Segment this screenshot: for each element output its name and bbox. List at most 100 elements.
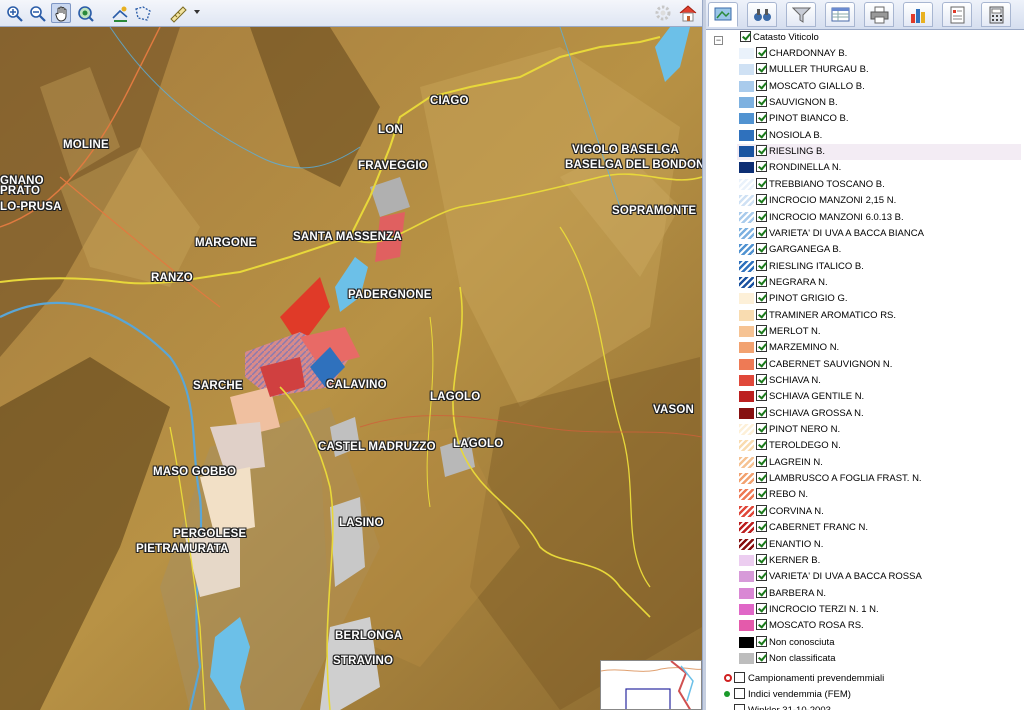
legend-swatch — [739, 620, 754, 632]
place-label: VIGOLO BASELGA — [572, 144, 679, 156]
layer-checkbox[interactable] — [756, 210, 767, 222]
layer-checkbox[interactable] — [756, 47, 767, 58]
layer-checkbox[interactable] — [756, 619, 767, 631]
select-polygon-icon[interactable] — [132, 3, 152, 23]
place-label: SARCHE — [193, 380, 243, 392]
legend-label: LAGREIN N. — [769, 456, 823, 468]
legend-swatch — [739, 538, 754, 550]
layer-checkbox[interactable] — [756, 570, 767, 582]
legend-label: SCHIAVA N. — [769, 375, 821, 386]
legend-item: VARIETA' DI UVA A BACCA ROSSA — [737, 569, 1021, 585]
measure-icon[interactable] — [167, 3, 187, 23]
tab-report[interactable] — [942, 2, 972, 27]
layer-checkbox[interactable] — [756, 390, 767, 402]
place-label: MASO GOBBO — [153, 466, 237, 478]
legend-item: RONDINELLA N. — [737, 160, 1021, 176]
layer-checkbox[interactable] — [756, 651, 767, 663]
layer-checkbox[interactable] — [734, 672, 745, 684]
layer-checkbox[interactable] — [756, 259, 767, 271]
layer-checkbox[interactable] — [756, 406, 767, 418]
legend-item: ENANTIO N. — [737, 537, 1021, 553]
zoom-out-icon[interactable] — [27, 3, 47, 23]
layer-checkbox[interactable] — [756, 145, 767, 157]
layer-checkbox[interactable] — [756, 357, 767, 369]
place-label: MOLINE — [63, 139, 109, 151]
layer-checkbox[interactable] — [756, 308, 767, 320]
chevron-down-icon[interactable] — [194, 10, 200, 14]
layer-checkbox[interactable] — [756, 194, 767, 206]
layer-checkbox[interactable] — [734, 688, 745, 700]
legend-item: NOSIOLA B. — [737, 128, 1021, 144]
layer-checkbox[interactable] — [756, 341, 767, 353]
layer-checkbox[interactable] — [756, 79, 767, 91]
layer-checkbox[interactable] — [756, 275, 767, 287]
legend-item: INCROCIO TERZI N. 1 N. — [737, 602, 1021, 618]
layer-checkbox[interactable] — [756, 226, 767, 238]
legend-label: SCHIAVA GENTILE N. — [769, 391, 865, 403]
zoom-in-icon[interactable] — [4, 3, 24, 23]
legend-label: PINOT GRIGIO G. — [769, 293, 848, 305]
identify-icon[interactable] — [109, 3, 129, 23]
legend-item: CORVINA N. — [737, 504, 1021, 520]
layer-checkbox[interactable] — [756, 324, 767, 336]
layer-checkbox[interactable] — [756, 521, 767, 533]
layer-checkbox[interactable] — [756, 161, 767, 173]
home-icon[interactable] — [678, 3, 698, 23]
layer-checkbox[interactable] — [756, 586, 767, 598]
layer-checkbox[interactable] — [756, 63, 767, 75]
extra-layer-item: Winkler 31-10-2003 — [724, 703, 1020, 710]
settings-gear-icon[interactable] — [654, 4, 672, 22]
layer-checkbox[interactable] — [756, 553, 767, 565]
layer-checkbox[interactable] — [756, 128, 767, 140]
pan-hand-icon[interactable] — [51, 3, 71, 23]
place-label: PIETRAMURATA — [136, 543, 229, 555]
legend-swatch — [739, 473, 754, 485]
zoom-extent-icon[interactable] — [75, 3, 95, 23]
tab-calculator[interactable] — [981, 2, 1011, 27]
layer-checkbox[interactable] — [756, 488, 767, 500]
map-toolbar — [0, 0, 705, 27]
layer-checkbox[interactable] — [756, 292, 767, 304]
tab-chart[interactable] — [903, 2, 933, 27]
group-checkbox[interactable] — [740, 31, 751, 42]
layer-checkbox[interactable] — [756, 455, 767, 467]
legend-item: Non classificata — [737, 651, 1021, 667]
legend-item: PINOT GRIGIO G. — [737, 291, 1021, 307]
place-label: LO-PRUSA — [0, 201, 62, 213]
layer-checkbox[interactable] — [756, 96, 767, 108]
layer-checkbox[interactable] — [756, 635, 767, 647]
tab-print[interactable] — [864, 2, 894, 27]
legend-swatch — [739, 587, 754, 599]
filter-icon — [792, 7, 812, 23]
layer-checkbox[interactable] — [756, 504, 767, 516]
layer-checkbox[interactable] — [756, 602, 767, 614]
tab-layers[interactable] — [708, 2, 738, 27]
legend-item: SCHIAVA GROSSA N. — [737, 406, 1021, 422]
collapse-group-toggle[interactable]: − — [714, 36, 723, 45]
legend-panel: − Catasto Viticolo CHARDONNAY B. MULLER T… — [706, 0, 1024, 710]
legend-label: KERNER B. — [769, 554, 821, 566]
layer-checkbox[interactable] — [756, 537, 767, 549]
calculator-icon — [989, 6, 1004, 24]
layer-checkbox[interactable] — [756, 374, 767, 385]
layer-checkbox[interactable] — [756, 472, 767, 484]
legend-swatch — [739, 309, 754, 321]
group-title: Catasto Viticolo — [753, 32, 819, 43]
legend-swatch — [739, 424, 754, 436]
map-canvas[interactable]: MOLINE GNANO PRATO LO-PRUSA CIAGO LON FR… — [0, 27, 702, 710]
place-label: VASON — [653, 404, 695, 416]
tab-table[interactable] — [825, 2, 855, 27]
layer-checkbox[interactable] — [756, 423, 767, 435]
tab-identify[interactable] — [747, 2, 777, 27]
layer-checkbox[interactable] — [756, 112, 767, 124]
tab-filter[interactable] — [786, 2, 816, 27]
layer-checkbox[interactable] — [734, 704, 745, 710]
legend-swatch — [739, 48, 754, 59]
layers-icon — [714, 7, 732, 21]
legend-item: MERLOT N. — [737, 324, 1021, 340]
layer-checkbox[interactable] — [756, 243, 767, 255]
legend-item: Non conosciuta — [737, 635, 1021, 651]
overview-map[interactable] — [600, 660, 702, 710]
layer-checkbox[interactable] — [756, 177, 767, 189]
layer-checkbox[interactable] — [756, 439, 767, 451]
